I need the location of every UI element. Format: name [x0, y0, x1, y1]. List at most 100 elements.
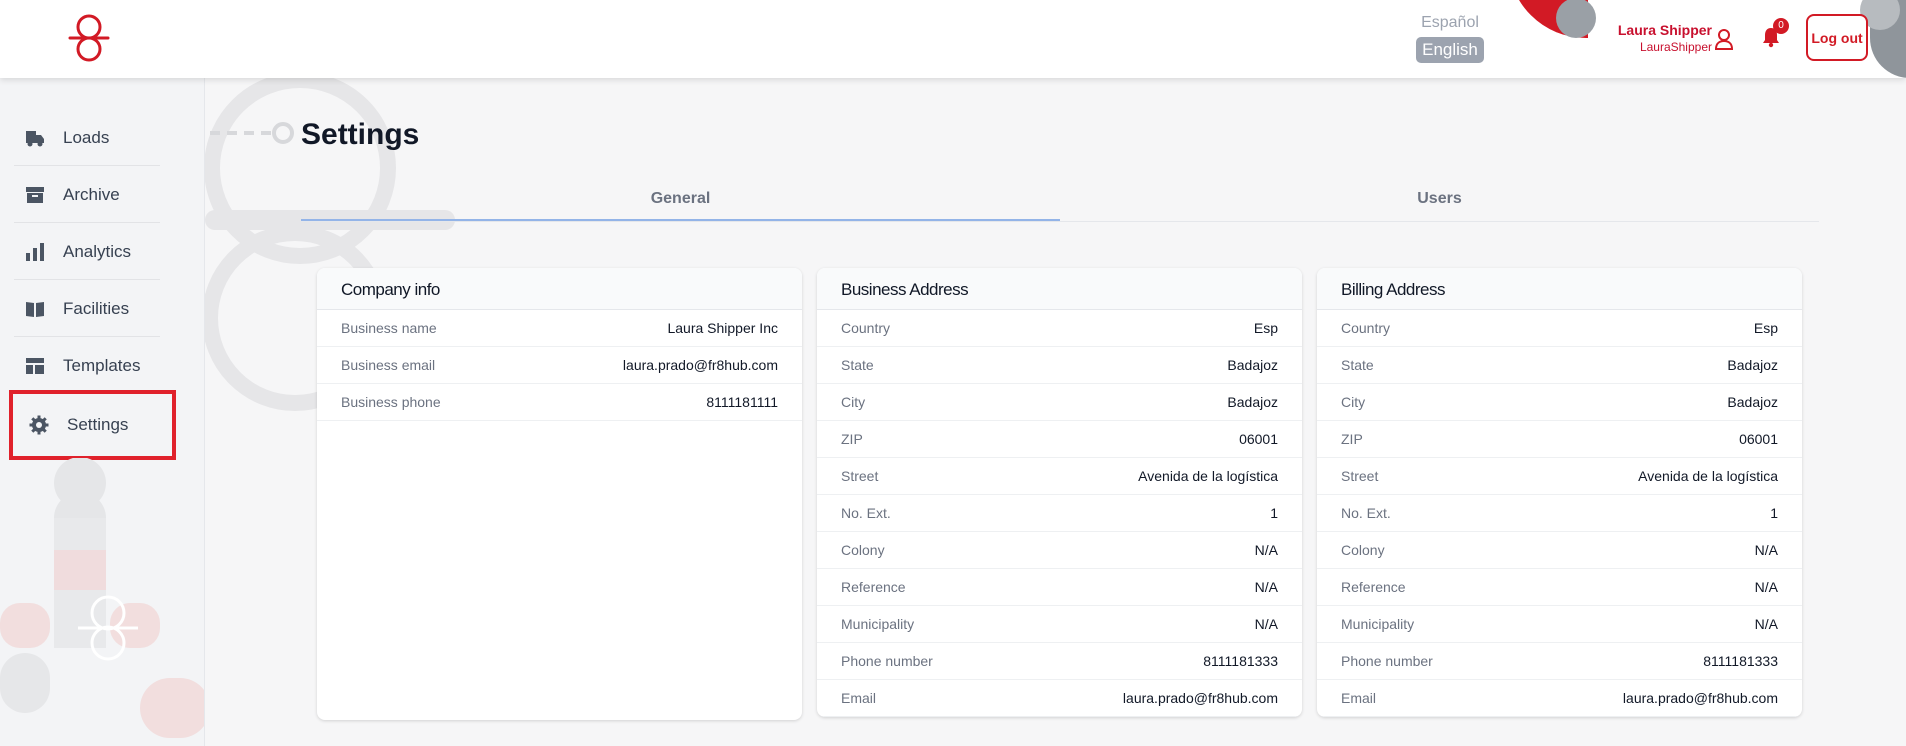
info-value: Avenida de la logística [1638, 468, 1778, 484]
info-label: Street [841, 468, 879, 484]
info-label: Street [1341, 468, 1379, 484]
tab-users[interactable]: Users [1060, 188, 1819, 221]
card-title: Billing Address [1317, 268, 1802, 310]
user-handle: LauraShipper [1639, 40, 1712, 54]
sidebar-item-facilities[interactable]: Facilities [14, 281, 160, 337]
sidebar-brand-decoration [0, 458, 204, 738]
archive-box-icon [24, 184, 46, 206]
info-row: Colony N/A [817, 532, 1302, 569]
book-icon [24, 298, 46, 320]
card-title: Business Address [817, 268, 1302, 310]
user-icon[interactable] [1714, 28, 1734, 50]
sidebar-item-label: Analytics [63, 241, 132, 261]
layout-icon [24, 355, 46, 377]
info-row: Street Avenida de la logística [1317, 458, 1802, 495]
sidebar-item-templates[interactable]: Templates [14, 338, 160, 394]
info-value: 06001 [1239, 431, 1278, 447]
business-address-card: Business Address Country Esp State Badajoz C… [817, 268, 1302, 717]
info-label: ZIP [841, 431, 863, 447]
info-value: N/A [1254, 616, 1278, 632]
info-row: No. Ext. 1 [1317, 495, 1802, 532]
info-row: Phone number 8111181333 [1317, 643, 1802, 680]
info-row: Business email laura.prado@fr8hub.com [317, 347, 802, 384]
info-row: City Badajoz [817, 384, 1302, 421]
info-value: Badajoz [1727, 357, 1778, 373]
top-header: Español English Laura Shipper LauraShipp… [0, 0, 1906, 78]
sidebar-item-archive[interactable]: Archive [14, 167, 160, 223]
info-row: No. Ext. 1 [817, 495, 1302, 532]
logout-button[interactable]: Log out [1806, 14, 1868, 61]
info-value: laura.prado@fr8hub.com [622, 357, 778, 373]
info-row: ZIP 06001 [817, 421, 1302, 458]
app-logo-icon[interactable] [62, 12, 116, 66]
info-value: 06001 [1739, 431, 1778, 447]
info-label: Phone number [1341, 653, 1433, 669]
info-row: Reference N/A [1317, 569, 1802, 606]
company-info-rows: Business name Laura Shipper Inc Business e… [317, 310, 802, 421]
language-option-es[interactable]: Español [1416, 14, 1484, 32]
info-value: N/A [1754, 616, 1778, 632]
notification-count-badge: 0 [1773, 18, 1789, 34]
info-value: N/A [1754, 579, 1778, 595]
info-value: N/A [1254, 542, 1278, 558]
info-row: Business phone 8111181111 [317, 384, 802, 421]
info-label: Municipality [841, 616, 915, 632]
page-title: Settings [301, 118, 420, 151]
info-row: State Badajoz [817, 347, 1302, 384]
decorative-shape [1556, 0, 1596, 38]
info-row: Colony N/A [1317, 532, 1802, 569]
info-label: City [841, 394, 866, 410]
settings-tabs: General Users [301, 188, 1819, 222]
info-label: State [841, 357, 874, 373]
info-label: Municipality [1341, 616, 1415, 632]
user-info[interactable]: Laura Shipper LauraShipper [1612, 22, 1712, 54]
sidebar: Loads Archive Analytics Facilities Templ… [0, 78, 205, 746]
info-label: Email [1341, 690, 1377, 706]
info-row: Business name Laura Shipper Inc [317, 310, 802, 347]
info-row: Email laura.prado@fr8hub.com [817, 680, 1302, 717]
info-value: Laura Shipper Inc [667, 320, 778, 336]
sidebar-item-label: Archive [63, 184, 120, 204]
info-label: Reference [841, 579, 906, 595]
info-row: Email laura.prado@fr8hub.com [1317, 680, 1802, 717]
tab-general[interactable]: General [301, 188, 1060, 221]
info-value: 1 [1770, 505, 1778, 521]
sidebar-item-analytics[interactable]: Analytics [14, 224, 160, 280]
sidebar-item-label: Facilities [63, 298, 130, 318]
info-value: N/A [1254, 579, 1278, 595]
language-option-en[interactable]: English [1416, 37, 1484, 63]
info-value: laura.prado@fr8hub.com [1622, 690, 1778, 706]
info-label: Business email [341, 357, 436, 373]
info-label: Phone number [841, 653, 933, 669]
info-row: ZIP 06001 [1317, 421, 1802, 458]
sidebar-item-settings[interactable]: Settings [9, 390, 176, 460]
info-row: Municipality N/A [1317, 606, 1802, 643]
info-value: Badajoz [1227, 394, 1278, 410]
sidebar-item-label: Loads [63, 127, 110, 147]
info-label: Country [1341, 320, 1391, 336]
info-row: Phone number 8111181333 [817, 643, 1302, 680]
sidebar-item-loads[interactable]: Loads [14, 110, 160, 166]
main-content: Settings General Users Company info Busi… [205, 78, 1906, 746]
sidebar-item-label: Settings [67, 415, 129, 434]
info-row: Municipality N/A [817, 606, 1302, 643]
info-label: Email [841, 690, 877, 706]
info-label: City [1341, 394, 1366, 410]
billing-address-card: Billing Address Country Esp State Badajoz Ci… [1317, 268, 1802, 717]
info-value: Esp [1753, 320, 1778, 336]
truck-icon [24, 127, 46, 149]
info-label: Reference [1341, 579, 1406, 595]
info-row: Country Esp [817, 310, 1302, 347]
info-label: ZIP [1341, 431, 1363, 447]
card-title: Company info [317, 268, 802, 310]
gear-icon [28, 414, 50, 436]
language-switcher: Español English [1416, 14, 1484, 63]
info-label: No. Ext. [1341, 505, 1391, 521]
sidebar-item-label: Templates [63, 355, 141, 375]
info-value: N/A [1754, 542, 1778, 558]
bar-chart-icon [24, 241, 46, 263]
info-label: State [1341, 357, 1374, 373]
info-label: Business phone [341, 394, 441, 410]
info-value: Esp [1253, 320, 1278, 336]
billing-address-rows: Country Esp State Badajoz City Badajoz ZIP 0600… [1317, 310, 1802, 717]
